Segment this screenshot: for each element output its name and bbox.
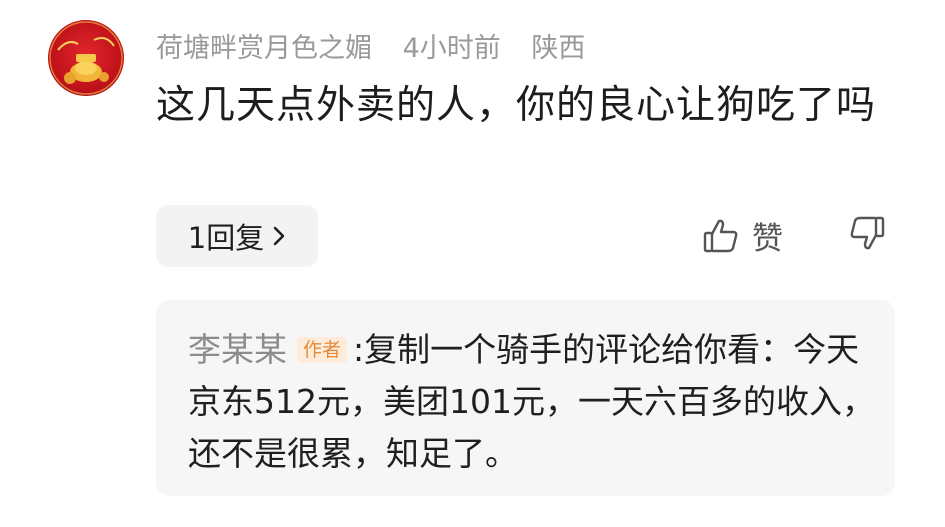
new-year-avatar-icon — [49, 21, 123, 95]
reply-preview[interactable]: 李某某 作者:复制一个骑手的评论给你看：今天京东512元，美团101元，一天六百多… — [156, 300, 895, 496]
location: 陕西 — [531, 33, 586, 64]
like-button[interactable]: 赞 — [702, 213, 783, 258]
reply-count-label: 1回复 — [187, 221, 265, 255]
timestamp: 4小时前 — [402, 33, 501, 64]
reply-author[interactable]: 李某某 — [188, 330, 287, 369]
comment-meta: 荷塘畔赏月色之媚 4小时前 陕西 — [156, 26, 585, 65]
thumbs-down-icon — [850, 216, 885, 250]
reply-text: :复制一个骑手的评论给你看：今天京东512元，美团101元，一天六百多的收入，还… — [188, 330, 875, 473]
username[interactable]: 荷塘畔赏月色之媚 — [156, 33, 372, 64]
chevron-right-icon — [273, 226, 285, 246]
author-badge: 作者 — [297, 337, 348, 363]
dislike-button[interactable] — [848, 214, 888, 254]
like-label: 赞 — [752, 221, 783, 257]
comment-text: 这几天点外卖的人，你的良心让狗吃了吗 — [156, 83, 877, 128]
avatar[interactable] — [48, 20, 124, 96]
view-replies-button[interactable]: 1回复 — [156, 205, 318, 267]
thumbs-up-icon — [703, 219, 738, 252]
reply-content: 李某某 作者:复制一个骑手的评论给你看：今天京东512元，美团101元，一天六百多… — [188, 324, 878, 480]
